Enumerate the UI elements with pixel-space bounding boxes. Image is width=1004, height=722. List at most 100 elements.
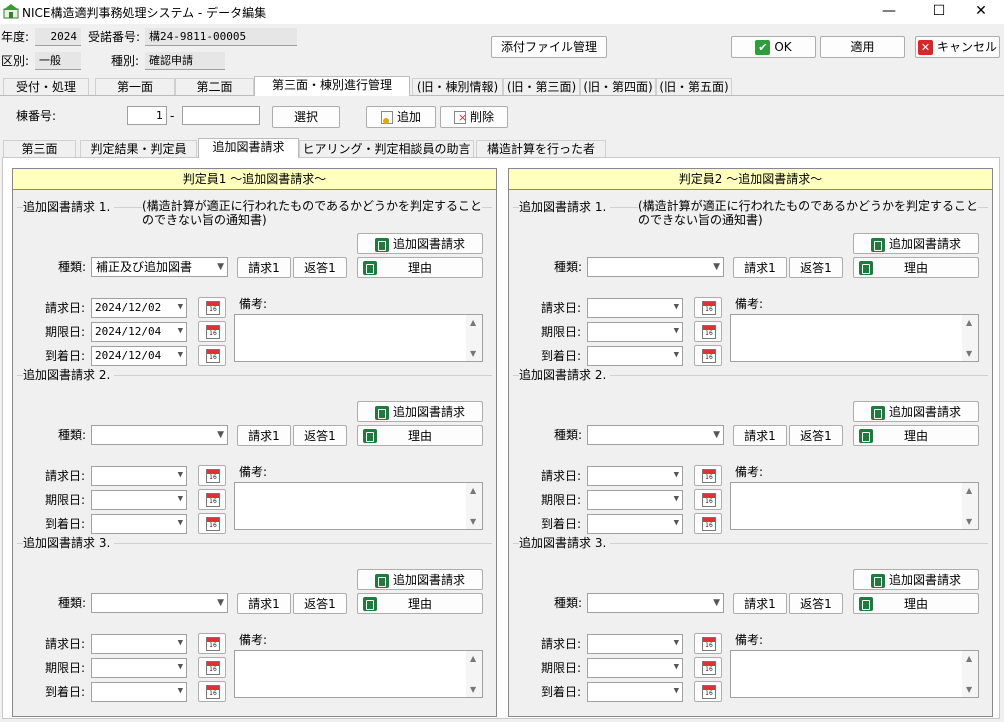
- ok-button[interactable]: ✔ OK: [731, 36, 816, 58]
- request-date-calendar-button[interactable]: 16: [198, 297, 226, 318]
- due-date-input[interactable]: ▼: [91, 658, 187, 678]
- scroll-down-icon[interactable]: ▼: [470, 517, 476, 526]
- arrival-date-calendar-button[interactable]: 16: [694, 345, 722, 366]
- request1-button[interactable]: 請求1: [237, 593, 291, 614]
- request-date-input[interactable]: ▼: [91, 466, 187, 486]
- tab-2[interactable]: 第一面: [95, 78, 175, 96]
- memo-textarea[interactable]: ▲ ▼: [730, 482, 979, 530]
- request1-button[interactable]: 請求1: [733, 425, 787, 446]
- subtab-1[interactable]: 第三面: [3, 140, 76, 158]
- reason-button[interactable]: 理由: [853, 257, 979, 278]
- arrival-date-input[interactable]: ▼: [91, 514, 187, 534]
- scroll-up-icon[interactable]: ▲: [966, 486, 972, 495]
- close-window-button[interactable]: ✕: [958, 0, 1004, 24]
- arrival-date-calendar-button[interactable]: 16: [198, 681, 226, 702]
- delete-button[interactable]: 削除: [440, 106, 508, 128]
- apply-button[interactable]: 適用: [820, 36, 905, 58]
- scroll-up-icon[interactable]: ▲: [470, 318, 476, 327]
- scroll-down-icon[interactable]: ▼: [966, 517, 972, 526]
- reason-button[interactable]: 理由: [853, 425, 979, 446]
- request1-button[interactable]: 請求1: [733, 257, 787, 278]
- request-button[interactable]: 追加図書請求: [357, 569, 483, 590]
- arrival-date-input[interactable]: ▼: [587, 514, 683, 534]
- memo-scrollbar[interactable]: ▲ ▼: [466, 483, 482, 529]
- memo-textarea[interactable]: ▲ ▼: [234, 650, 483, 698]
- request1-button[interactable]: 請求1: [733, 593, 787, 614]
- due-date-calendar-button[interactable]: 16: [198, 321, 226, 342]
- type-dropdown[interactable]: ▼: [587, 593, 724, 613]
- memo-textarea[interactable]: ▲ ▼: [730, 650, 979, 698]
- due-date-calendar-button[interactable]: 16: [198, 489, 226, 510]
- arrival-date-calendar-button[interactable]: 16: [694, 681, 722, 702]
- request-date-input[interactable]: ▼: [587, 634, 683, 654]
- memo-scrollbar[interactable]: ▲ ▼: [962, 483, 978, 529]
- tab-1[interactable]: 受付・処理: [3, 78, 89, 96]
- cancel-button[interactable]: ✕ キャンセル: [915, 36, 1000, 58]
- response1-button[interactable]: 返答1: [789, 257, 843, 278]
- request-button[interactable]: 追加図書請求: [853, 569, 979, 590]
- memo-textarea[interactable]: ▲ ▼: [234, 314, 483, 362]
- maximize-button[interactable]: ☐: [916, 0, 962, 24]
- type-dropdown[interactable]: ▼: [587, 257, 724, 277]
- type-dropdown[interactable]: ▼: [91, 425, 228, 445]
- reason-button[interactable]: 理由: [357, 593, 483, 614]
- scroll-up-icon[interactable]: ▲: [966, 318, 972, 327]
- request-date-input[interactable]: ▼: [587, 466, 683, 486]
- memo-scrollbar[interactable]: ▲ ▼: [962, 315, 978, 361]
- due-date-input[interactable]: ▼: [587, 490, 683, 510]
- type-dropdown[interactable]: ▼: [587, 425, 724, 445]
- scroll-up-icon[interactable]: ▲: [966, 654, 972, 663]
- memo-textarea[interactable]: ▲ ▼: [234, 482, 483, 530]
- tab-8[interactable]: (旧・第五面): [656, 78, 732, 96]
- request-button[interactable]: 追加図書請求: [853, 401, 979, 422]
- request-date-calendar-button[interactable]: 16: [694, 633, 722, 654]
- request-date-input[interactable]: ▼: [91, 634, 187, 654]
- memo-scrollbar[interactable]: ▲ ▼: [466, 651, 482, 697]
- tab-6[interactable]: (旧・第三面): [503, 78, 580, 96]
- request-date-calendar-button[interactable]: 16: [198, 633, 226, 654]
- memo-scrollbar[interactable]: ▲ ▼: [962, 651, 978, 697]
- tab-7[interactable]: (旧・第四面): [580, 78, 656, 96]
- due-date-calendar-button[interactable]: 16: [694, 657, 722, 678]
- request-date-calendar-button[interactable]: 16: [694, 297, 722, 318]
- reason-button[interactable]: 理由: [853, 593, 979, 614]
- memo-textarea[interactable]: ▲ ▼: [730, 314, 979, 362]
- subtab-4[interactable]: ヒアリング・判定相談員の助言: [299, 140, 474, 158]
- due-date-calendar-button[interactable]: 16: [694, 321, 722, 342]
- response1-button[interactable]: 返答1: [293, 593, 347, 614]
- request-date-calendar-button[interactable]: 16: [198, 465, 226, 486]
- tab-3[interactable]: 第二面: [175, 78, 254, 96]
- scroll-down-icon[interactable]: ▼: [966, 349, 972, 358]
- request1-button[interactable]: 請求1: [237, 257, 291, 278]
- due-date-calendar-button[interactable]: 16: [694, 489, 722, 510]
- select-button[interactable]: 選択: [272, 106, 340, 128]
- tab-5[interactable]: (旧・棟別情報): [412, 78, 503, 96]
- due-date-input[interactable]: ▼: [587, 658, 683, 678]
- due-date-input[interactable]: 2024/12/04 ▼: [91, 322, 187, 342]
- response1-button[interactable]: 返答1: [293, 425, 347, 446]
- reason-button[interactable]: 理由: [357, 425, 483, 446]
- request-date-calendar-button[interactable]: 16: [694, 465, 722, 486]
- arrival-date-input[interactable]: 2024/12/04 ▼: [91, 346, 187, 366]
- request-date-input[interactable]: ▼: [587, 298, 683, 318]
- add-button[interactable]: 追加: [366, 106, 436, 128]
- request1-button[interactable]: 請求1: [237, 425, 291, 446]
- arrival-date-input[interactable]: ▼: [587, 346, 683, 366]
- reason-button[interactable]: 理由: [357, 257, 483, 278]
- due-date-input[interactable]: ▼: [91, 490, 187, 510]
- scroll-up-icon[interactable]: ▲: [470, 486, 476, 495]
- building-number2-input[interactable]: [182, 106, 260, 125]
- request-button[interactable]: 追加図書請求: [357, 401, 483, 422]
- response1-button[interactable]: 返答1: [293, 257, 347, 278]
- scroll-up-icon[interactable]: ▲: [470, 654, 476, 663]
- scroll-down-icon[interactable]: ▼: [470, 349, 476, 358]
- subtab-2[interactable]: 判定結果・判定員: [80, 140, 197, 158]
- memo-scrollbar[interactable]: ▲ ▼: [466, 315, 482, 361]
- due-date-calendar-button[interactable]: 16: [198, 657, 226, 678]
- arrival-date-calendar-button[interactable]: 16: [198, 345, 226, 366]
- response1-button[interactable]: 返答1: [789, 425, 843, 446]
- subtab-5[interactable]: 構造計算を行った者: [476, 140, 606, 158]
- type-dropdown[interactable]: ▼: [91, 593, 228, 613]
- arrival-date-calendar-button[interactable]: 16: [694, 513, 722, 534]
- scroll-down-icon[interactable]: ▼: [470, 685, 476, 694]
